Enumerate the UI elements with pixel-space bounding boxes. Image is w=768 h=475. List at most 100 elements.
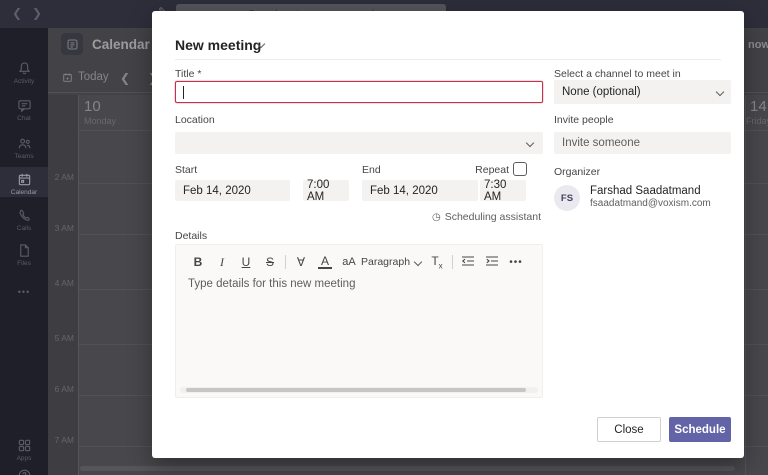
- horizontal-scrollbar[interactable]: [80, 466, 735, 471]
- ellipsis-icon: •••: [18, 287, 30, 297]
- repeat-label: Repeat: [475, 164, 509, 176]
- sidebar-item-activity[interactable]: Activity: [0, 61, 48, 85]
- outdent-icon: [461, 255, 475, 267]
- organizer-label: Organizer: [554, 166, 600, 178]
- day-number-right: 14: [750, 98, 767, 115]
- sidebar-item-apps[interactable]: Apps: [0, 438, 48, 462]
- close-button[interactable]: Close: [597, 417, 661, 442]
- invite-label: Invite people: [554, 114, 614, 126]
- channel-value: None (optional): [562, 86, 641, 98]
- strikethrough-button[interactable]: S: [258, 255, 282, 269]
- title-input[interactable]: [175, 81, 543, 103]
- dialog-divider: [175, 59, 721, 60]
- gutter-divider: [78, 95, 79, 475]
- organizer-row: FS Farshad Saadatmand fsaadatmand@voxism…: [554, 185, 711, 211]
- app-sidebar: Activity Chat Teams Calendar Calls Files…: [0, 28, 48, 475]
- end-time-value: 7:30 AM: [484, 179, 522, 203]
- end-date-value: Feb 14, 2020: [370, 185, 438, 197]
- phone-icon: [17, 208, 32, 223]
- prev-day-chevron[interactable]: ❮: [120, 71, 130, 85]
- scheduling-assistant-label: Scheduling assistant: [445, 211, 541, 223]
- outdent-button[interactable]: [456, 255, 480, 270]
- time-label: 7 AM: [48, 435, 74, 445]
- location-dropdown[interactable]: [175, 132, 543, 154]
- font-size-button[interactable]: aA: [337, 256, 361, 268]
- scheduling-assistant-link[interactable]: ◷ Scheduling assistant: [432, 211, 541, 223]
- dialog-title: New meeting: [175, 37, 261, 53]
- time-label: 2 AM: [48, 172, 74, 182]
- today-label: Today: [78, 71, 109, 83]
- start-date-input[interactable]: Feb 14, 2020: [175, 180, 290, 201]
- organizer-name: Farshad Saadatmand: [590, 185, 711, 197]
- new-meeting-dialog: New meeting Title * Location Start End R…: [152, 11, 744, 458]
- text-caret: [183, 86, 184, 99]
- start-time-input[interactable]: 7:00 AM: [303, 180, 349, 201]
- channel-dropdown[interactable]: None (optional): [554, 80, 731, 104]
- sidebar-item-calendar[interactable]: Calendar: [0, 167, 48, 197]
- details-label: Details: [175, 230, 207, 242]
- channel-label: Select a channel to meet in: [554, 68, 681, 80]
- start-time-value: 7:00 AM: [307, 179, 345, 203]
- apps-grid-icon: [17, 438, 32, 453]
- details-scrollbar-thumb[interactable]: [186, 388, 526, 392]
- details-scrollbar[interactable]: [180, 387, 538, 393]
- font-color-button[interactable]: A: [318, 256, 332, 269]
- end-date-input[interactable]: Feb 14, 2020: [362, 180, 478, 201]
- start-date-value: Feb 14, 2020: [183, 185, 251, 197]
- bold-button[interactable]: B: [186, 255, 210, 269]
- calendar-today-icon: [62, 72, 73, 83]
- repeat-checkbox[interactable]: [513, 162, 527, 176]
- sidebar-item-chat[interactable]: Chat: [0, 98, 48, 122]
- meet-now-button-fragment[interactable]: now: [748, 39, 768, 51]
- day-number: 10: [84, 98, 101, 115]
- sidebar-item-label: Apps: [17, 455, 32, 462]
- sidebar-item-label: Activity: [14, 78, 35, 85]
- forward-chevron-icon[interactable]: ❯: [32, 6, 42, 20]
- indent-icon: [485, 255, 499, 267]
- clear-formatting-button[interactable]: Tx: [425, 254, 449, 270]
- toolbar-divider: [285, 255, 286, 269]
- toolbar-divider: [452, 255, 453, 269]
- people-icon: [17, 136, 32, 151]
- invite-placeholder: Invite someone: [562, 137, 640, 149]
- sidebar-item-label: Teams: [14, 153, 33, 160]
- indent-button[interactable]: [480, 255, 504, 270]
- page-title: Calendar: [92, 37, 150, 52]
- sidebar-item-files[interactable]: Files: [0, 243, 48, 267]
- time-label: 3 AM: [48, 223, 74, 233]
- chat-bubble-icon: [17, 98, 32, 113]
- sidebar-item-teams[interactable]: Teams: [0, 136, 48, 160]
- invite-people-input[interactable]: Invite someone: [554, 132, 731, 154]
- formatting-toolbar: B I U S ∀ A aA Paragraph Tx: [186, 251, 528, 273]
- more-options-button[interactable]: •••: [504, 257, 528, 268]
- back-chevron-icon[interactable]: ❮: [12, 6, 22, 20]
- chevron-down-icon: [716, 88, 724, 96]
- underline-button[interactable]: U: [234, 255, 258, 269]
- italic-button[interactable]: I: [210, 255, 234, 270]
- sidebar-more-button[interactable]: •••: [0, 287, 48, 297]
- today-button[interactable]: Today: [62, 71, 109, 83]
- day-column-divider: [745, 95, 746, 475]
- organizer-email: fsaadatmand@voxism.com: [590, 198, 711, 209]
- end-time-input[interactable]: 7:30 AM: [480, 180, 526, 201]
- file-icon: [17, 243, 32, 258]
- day-name: Monday: [84, 116, 116, 126]
- clock-icon: ◷: [432, 212, 441, 223]
- schedule-button[interactable]: Schedule: [669, 417, 731, 442]
- sidebar-item-label: Files: [17, 260, 31, 267]
- organizer-avatar: FS: [554, 185, 580, 211]
- details-editor[interactable]: B I U S ∀ A aA Paragraph Tx: [175, 244, 543, 398]
- end-label: End: [362, 164, 381, 176]
- sidebar-item-label: Chat: [17, 115, 31, 122]
- time-label: 4 AM: [48, 278, 74, 288]
- paragraph-dropdown[interactable]: Paragraph: [361, 256, 425, 268]
- sidebar-item-label: Calendar: [11, 189, 37, 196]
- chevron-down-icon: [526, 139, 534, 147]
- sidebar-item-calls[interactable]: Calls: [0, 208, 48, 232]
- sidebar-item-help[interactable]: Help: [0, 468, 48, 475]
- highlight-button[interactable]: ∀: [289, 255, 313, 269]
- close-button-label: Close: [614, 424, 643, 436]
- calendar-app-icon: [61, 33, 83, 55]
- help-circle-icon: [17, 468, 32, 475]
- schedule-button-label: Schedule: [674, 424, 725, 436]
